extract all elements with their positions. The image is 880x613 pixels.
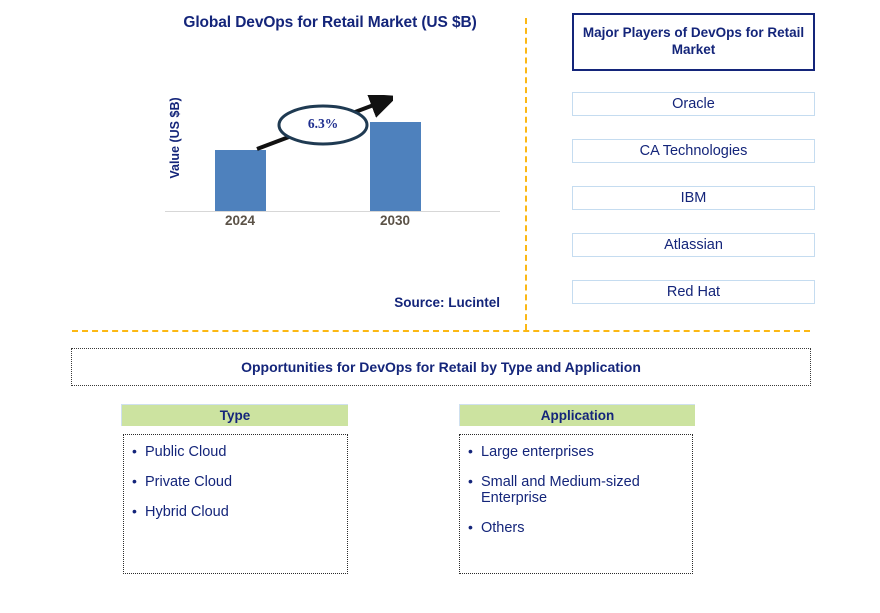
major-players-list: Oracle CA Technologies IBM Atlassian Red…: [572, 92, 815, 327]
vertical-divider: [525, 18, 527, 330]
x-tick-label-2024: 2024: [224, 213, 256, 228]
player-item-oracle[interactable]: Oracle: [572, 92, 815, 116]
type-list-item: Hybrid Cloud: [132, 504, 339, 521]
x-tick-label-2030: 2030: [379, 213, 411, 228]
y-axis-title: Value (US $B): [168, 97, 182, 179]
bar-2024: [215, 150, 266, 211]
application-list-item: Others: [468, 520, 684, 537]
opportunities-banner: Opportunities for DevOps for Retail by T…: [71, 348, 811, 386]
type-column-header: Type: [121, 404, 348, 426]
type-list: Public Cloud Private Cloud Hybrid Cloud: [123, 434, 348, 574]
cagr-callout: 6.3%: [253, 95, 393, 157]
bar-chart: Value (US $B) 2024 2030 6.3%: [155, 85, 500, 235]
application-list: Large enterprises Small and Medium-sized…: [459, 434, 693, 574]
cagr-value-label: 6.3%: [307, 116, 339, 131]
application-column-header: Application: [459, 404, 695, 426]
player-item-ibm[interactable]: IBM: [572, 186, 815, 210]
source-note: Source: Lucintel: [394, 295, 500, 310]
application-list-item: Small and Medium-sized Enterprise: [468, 474, 684, 507]
application-list-item: Large enterprises: [468, 444, 684, 461]
page-title: Global DevOps for Retail Market (US $B): [183, 14, 477, 31]
x-axis-line: [165, 211, 500, 212]
type-list-item: Public Cloud: [132, 444, 339, 461]
major-players-header: Major Players of DevOps for Retail Marke…: [572, 13, 815, 71]
player-item-ca-technologies[interactable]: CA Technologies: [572, 139, 815, 163]
player-item-red-hat[interactable]: Red Hat: [572, 280, 815, 304]
type-list-item: Private Cloud: [132, 474, 339, 491]
player-item-atlassian[interactable]: Atlassian: [572, 233, 815, 257]
horizontal-divider: [72, 330, 810, 332]
